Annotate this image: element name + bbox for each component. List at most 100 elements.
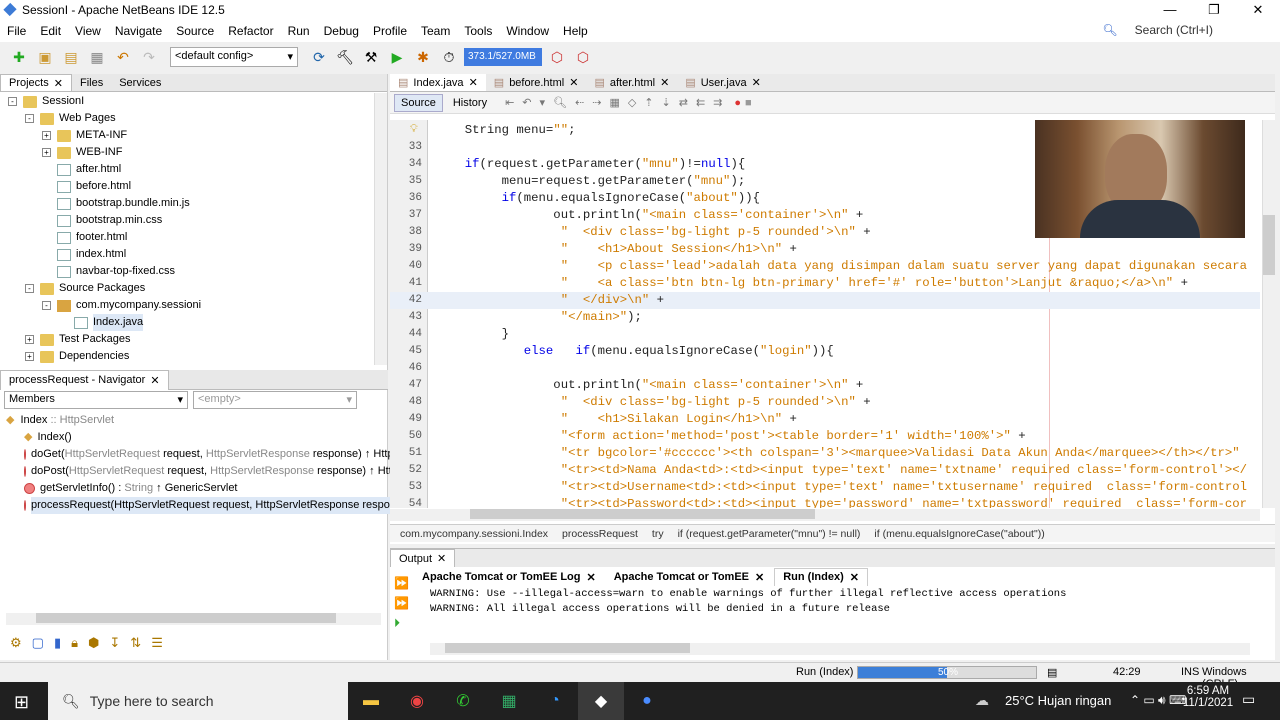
save-all-icon[interactable]: ▦ [86, 47, 108, 67]
navigator-tab[interactable]: processRequest - Navigator ✕ [0, 369, 169, 390]
tree-item-com-mycompany-sessioni[interactable]: - com.mycompany.sessioni [8, 297, 387, 314]
breadcrumb-item[interactable]: processRequest [562, 528, 638, 540]
tab-services[interactable]: Services [111, 74, 169, 91]
expand-toggle-icon[interactable]: - [25, 284, 34, 293]
members-select[interactable]: Members ▾ [4, 391, 188, 409]
output-hscrollbar[interactable] [430, 643, 1250, 655]
menu-file[interactable]: File [0, 24, 33, 38]
menu-edit[interactable]: Edit [33, 24, 68, 38]
clean-build-icon[interactable]: ⚒ [360, 47, 382, 67]
source-mode-button[interactable]: Source [394, 93, 443, 112]
close-icon[interactable]: ✕ [850, 571, 859, 584]
gc-icon[interactable]: ⬡ [546, 47, 568, 67]
minimize-button[interactable]: — [1148, 0, 1192, 20]
output-tab-apache-tomcat-or-tomee[interactable]: Apache Tomcat or TomEE ✕ [606, 569, 773, 586]
close-icon[interactable]: ✕ [660, 76, 669, 89]
stop-macro-icon[interactable]: ■ [745, 97, 752, 109]
menu-profile[interactable]: Profile [366, 24, 414, 38]
debug-icon[interactable]: ✱ [412, 47, 434, 67]
navigator-root[interactable]: ◆ Index :: HttpServlet [6, 412, 386, 429]
chrome-icon[interactable]: ◉ [394, 682, 440, 720]
tree-item-web-inf[interactable]: + WEB-INF [8, 144, 387, 161]
menu-team[interactable]: Team [414, 24, 457, 38]
editor-tab-index-java[interactable]: ▤ Index.java ✕ [390, 74, 486, 91]
filter-nonpublic-icon[interactable]: 🔒︎ [71, 635, 78, 651]
menu-navigate[interactable]: Navigate [108, 24, 169, 38]
tab-files[interactable]: Files [72, 74, 111, 91]
menu-source[interactable]: Source [169, 24, 221, 38]
filter-static-icon[interactable]: ▮ [54, 635, 61, 651]
editor-tool-icons[interactable]: ⇤↶▾🔍︎⇠⇢▦◇⇡⇣⇄⇇⇉ [505, 96, 730, 109]
tree-item-sessioni[interactable]: - SessionI [8, 93, 387, 110]
tree-item-navbar-top-fixed-css[interactable]: navbar-top-fixed.css [8, 263, 387, 280]
menu-refactor[interactable]: Refactor [221, 24, 280, 38]
new-file-icon[interactable]: ✚ [8, 47, 30, 67]
memory-indicator[interactable]: 373.1/527.0MB [464, 48, 542, 66]
redo-icon[interactable]: ↷ [138, 47, 160, 67]
expand-toggle-icon[interactable]: + [42, 148, 51, 157]
menu-window[interactable]: Window [499, 24, 556, 38]
filter-inherited-icon[interactable]: ⚙ [10, 635, 22, 651]
search-box[interactable]: 🔍︎ Search (Ctrl+I) [1095, 23, 1220, 37]
expand-toggle-icon[interactable]: + [42, 131, 51, 140]
notifications-icon[interactable]: ▭ [1242, 691, 1255, 708]
menu-help[interactable]: Help [556, 24, 595, 38]
sort-name-icon[interactable]: ↧ [109, 635, 120, 651]
navigator-member[interactable]: getServletInfo() : String ↑ GenericServl… [6, 480, 386, 497]
notification-icon[interactable]: ▤ [1047, 666, 1057, 679]
tree-item-before-html[interactable]: before.html [8, 178, 387, 195]
tree-item-after-html[interactable]: after.html [8, 161, 387, 178]
filter-inner-icon[interactable]: ⬢ [88, 635, 99, 651]
output-tab-apache-tomcat-or-tomee-log[interactable]: Apache Tomcat or TomEE Log ✕ [414, 569, 604, 586]
expand-toggle-icon[interactable]: - [42, 301, 51, 310]
output-side-icons[interactable]: ⏩ ⏩ ⏵ [394, 573, 409, 633]
expand-toggle-icon[interactable]: - [25, 114, 34, 123]
history-mode-button[interactable]: History [447, 95, 493, 111]
excel-icon[interactable]: ▦ [486, 682, 532, 720]
tray-icons[interactable]: ⌃ ▭ 🔊︎ ⌨ [1130, 693, 1186, 708]
close-icon[interactable]: ✕ [469, 76, 478, 89]
close-icon[interactable]: ✕ [54, 77, 63, 90]
close-icon[interactable]: ✕ [437, 552, 446, 565]
breadcrumb-item[interactable]: if (request.getParameter("mnu") != null) [678, 528, 861, 540]
tab-projects[interactable]: Projects ✕ [0, 74, 72, 91]
close-icon[interactable]: ✕ [569, 76, 578, 89]
maximize-button[interactable]: ❐ [1192, 0, 1236, 20]
breadcrumb-item[interactable]: try [652, 528, 664, 540]
edge-icon[interactable]: ◔ [532, 682, 578, 720]
windows-start-icon[interactable]: ⊞ [14, 692, 29, 713]
expand-toggle-icon[interactable]: - [8, 97, 17, 106]
close-icon[interactable]: ✕ [755, 571, 764, 584]
config-select[interactable]: <default config> ▾ [170, 47, 298, 67]
tree-item-dependencies[interactable]: + Dependencies [8, 348, 387, 365]
run-icon[interactable]: ▶ [386, 47, 408, 67]
sort-source-icon[interactable]: ⇅ [130, 635, 141, 651]
tree-item-index-java[interactable]: Index.java [8, 314, 387, 331]
editor-tab-before-html[interactable]: ▤ before.html ✕ [486, 74, 587, 91]
refresh-icon[interactable]: ⟳ [308, 47, 330, 67]
hint-bulb-icon[interactable]: 💡︎ [410, 122, 418, 139]
profiler-icon[interactable]: ⬡ [572, 47, 594, 67]
editor-hscrollbar[interactable] [390, 509, 1260, 521]
navigator-member[interactable]: doGet(HttpServletRequest request, HttpSe… [6, 446, 428, 463]
menu-tools[interactable]: Tools [457, 24, 499, 38]
tree-item-meta-inf[interactable]: + META-INF [8, 127, 387, 144]
expand-toggle-icon[interactable]: + [25, 335, 34, 344]
breadcrumb-item[interactable]: com.mycompany.sessioni.Index [400, 528, 548, 540]
tree-item-index-html[interactable]: index.html [8, 246, 387, 263]
sort-list-icon[interactable]: ☰ [151, 635, 163, 651]
editor-vscrollbar[interactable] [1262, 120, 1275, 508]
tree-item-bootstrap-min-css[interactable]: bootstrap.min.css [8, 212, 387, 229]
close-button[interactable]: ✕ [1236, 0, 1280, 20]
menu-debug[interactable]: Debug [317, 24, 366, 38]
open-project-icon[interactable]: ▤ [60, 47, 82, 67]
navigator-member[interactable]: doPost(HttpServletRequest request, HttpS… [6, 463, 432, 480]
weather-text[interactable]: 25°C Hujan ringan [1005, 693, 1111, 708]
output-tab-run-index[interactable]: Run (Index) ✕ [774, 568, 868, 586]
editor-tab-user-java[interactable]: ▤ User.java ✕ [677, 74, 768, 91]
tree-item-web-pages[interactable]: - Web Pages [8, 110, 387, 127]
filter-select[interactable]: <empty> ▾ [193, 391, 357, 409]
zoom-icon[interactable]: ● [624, 682, 670, 720]
navigator-member[interactable]: ◆ Index() [6, 429, 386, 446]
profile-icon[interactable]: ⏱ [438, 47, 460, 67]
